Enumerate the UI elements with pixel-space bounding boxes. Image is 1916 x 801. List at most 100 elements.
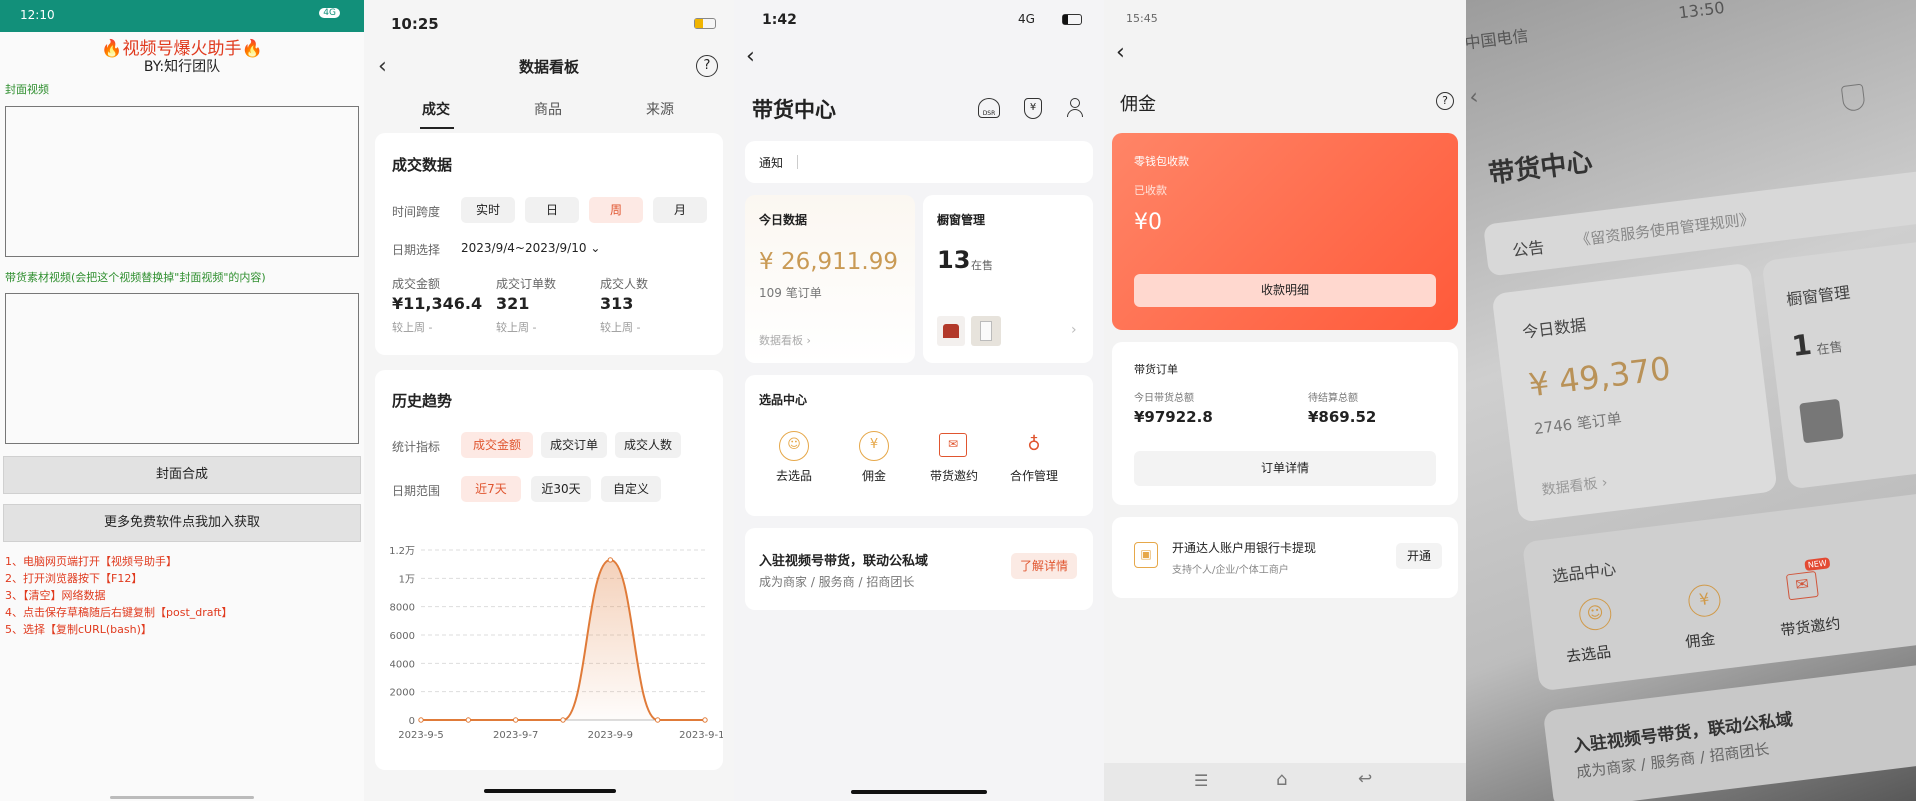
y-tick-label: 1.2万 (389, 546, 415, 557)
commission-icon: ¥ (1686, 582, 1723, 619)
today-title: 今日数据 (1521, 315, 1588, 342)
data-point (607, 557, 614, 563)
range-opt-30d[interactable]: 近30天 (531, 476, 591, 502)
shield-icon (1840, 83, 1866, 113)
page-title: 带货中心 (1487, 147, 1595, 190)
metric-label: 成交金额 (392, 277, 441, 291)
more-software-button[interactable]: 更多免费软件点我加入获取 (3, 504, 361, 542)
date-value: 2023/9/4~2023/9/10 (461, 241, 587, 255)
order-title: 带货订单 (1134, 363, 1178, 376)
sales-center-screen: 1:42 4G ‹ 带货中心 DSR ¥ 通知 今日数据 ¥ 26,911.99… (734, 0, 1104, 801)
wallet-icon: ▣ (1134, 542, 1158, 568)
select-item-label[interactable]: 佣金 (831, 467, 917, 484)
home-icon[interactable]: ⌂ (1276, 769, 1287, 790)
join-banner[interactable]: 入驻视频号带货，联动公私域 成为商家 / 服务商 / 招商团长 了解详情 (745, 528, 1093, 610)
select-item-label[interactable]: 带货邀约 (911, 467, 997, 484)
notice-label: 通知 (759, 156, 784, 170)
status-time: 10:25 (391, 15, 439, 33)
order-detail-button[interactable]: 订单详情 (1134, 451, 1436, 486)
menu-icon[interactable]: ☰ (1194, 771, 1208, 790)
cooperation-icon[interactable]: ♁ (1019, 431, 1049, 461)
bank-withdraw-card: ▣ 开通达人账户用银行卡提现 支持个人/企业/个体工商户 开通 (1112, 517, 1458, 598)
received-amount: ¥0 (1134, 210, 1162, 235)
y-tick-label: 6000 (390, 631, 415, 642)
home-indicator (110, 796, 254, 799)
help-icon[interactable]: ? (696, 55, 718, 77)
instruction-step: 5、选择【复制cURL(bash)】 (5, 623, 152, 636)
window-management-card[interactable]: 橱窗管理 13 在售 › (923, 195, 1093, 363)
time-opt-day[interactable]: 日 (525, 197, 579, 223)
x-tick-label: 2023-9-7 (493, 730, 538, 741)
product-selection-card: 选品中心 ☺ 去选品 ¥ 佣金 ✉ 带货邀约 ♁ 合作管理 (745, 375, 1093, 516)
chevron-down-icon: ⌄ (590, 241, 601, 255)
tab-source[interactable]: 来源 (646, 99, 674, 119)
product-selection-card: 选品中心 ☺ 去选品 ¥ 佣金 ✉ NEW 带货邀约 (1521, 486, 1916, 692)
learn-more-button[interactable]: 了解详情 (1011, 553, 1077, 579)
tab-product[interactable]: 商品 (534, 99, 562, 119)
data-point (512, 717, 519, 723)
select-item-label[interactable]: 去选品 (751, 467, 837, 484)
time-opt-realtime[interactable]: 实时 (461, 197, 515, 223)
notice-label: 公告 (1511, 237, 1546, 261)
stat-opt-orders[interactable]: 成交订单 (541, 432, 607, 458)
instruction-step: 4、点击保存草稿随后右键复制【post_draft】 (5, 606, 233, 619)
window-count: 1 (1790, 327, 1814, 363)
commission-screen: 15:45 ‹ 佣金 ? 零钱包收款 已收款 ¥0 收款明细 带货订单 今日带货… (1104, 0, 1466, 801)
dashboard-link[interactable]: 数据看板 › (759, 332, 811, 348)
today-sales-value: ¥97922.8 (1134, 408, 1213, 426)
select-item-label[interactable]: 合作管理 (991, 467, 1077, 484)
y-tick-label: 1万 (399, 574, 415, 585)
metric-label: 成交人数 (600, 277, 649, 291)
tab-deal[interactable]: 成交 (422, 99, 450, 119)
stat-opt-buyers[interactable]: 成交人数 (615, 432, 681, 458)
date-selector[interactable]: 2023/9/4~2023/9/10 ⌄ (461, 241, 600, 255)
commission-icon[interactable]: ¥ (859, 431, 889, 461)
product-thumbnail (1799, 398, 1844, 444)
select-products-icon[interactable]: ☺ (779, 431, 809, 461)
time-opt-week[interactable]: 周 (589, 197, 643, 223)
window-count: 13 (937, 246, 971, 274)
cover-video-label: 封面视频 (5, 83, 49, 96)
status-time: 1:42 (762, 12, 797, 28)
help-icon[interactable]: ? (1436, 92, 1454, 110)
today-data-card[interactable]: 今日数据 ¥ 26,911.99 109 笔订单 数据看板 › (745, 195, 915, 363)
pending-label: 待结算总额 (1308, 393, 1358, 404)
window-unit: 在售 (1815, 340, 1844, 359)
battery-icon (694, 18, 716, 29)
x-tick-label: 2023-9-9 (588, 730, 633, 741)
return-icon[interactable]: ↩ (1358, 769, 1372, 789)
back-icon[interactable]: ‹ (1116, 40, 1125, 65)
network-indicator: 4G (1018, 12, 1035, 26)
deal-data-card: 成交数据 时间跨度 实时 日 周 月 日期选择 2023/9/4~2023/9/… (375, 133, 723, 355)
metric-value: ¥11,346.4 (392, 294, 483, 313)
data-point (465, 717, 472, 723)
product-thumbnail (971, 316, 1001, 346)
today-orders: 2746 笔订单 (1533, 409, 1623, 439)
stat-opt-amount[interactable]: 成交金额 (461, 432, 533, 458)
time-opt-month[interactable]: 月 (653, 197, 707, 223)
dsr-icon[interactable]: DSR (978, 98, 1000, 118)
y-tick-label: 0 (409, 716, 415, 727)
activate-button[interactable]: 开通 (1396, 543, 1442, 569)
series-line (420, 558, 705, 721)
receipt-detail-button[interactable]: 收款明细 (1134, 274, 1436, 307)
cover-video-box[interactable] (5, 106, 359, 257)
compose-cover-button[interactable]: 封面合成 (3, 456, 361, 494)
notice-bar[interactable]: 通知 (745, 141, 1093, 183)
material-video-box[interactable] (5, 293, 359, 444)
area-fill (421, 559, 705, 721)
metric-value: 313 (600, 294, 634, 313)
user-icon[interactable] (1066, 98, 1084, 118)
metric-compare: 较上周 - (392, 321, 433, 334)
range-opt-custom[interactable]: 自定义 (601, 476, 661, 502)
status-time: 13:50 (1677, 0, 1726, 23)
instruction-step: 2、打开浏览器按下【F12】 (5, 572, 143, 585)
today-amount: ¥ 26,911.99 (759, 249, 898, 275)
shield-icon[interactable]: ¥ (1024, 98, 1042, 119)
helper-app-screen: 12:10 4G 🔥视频号爆火助手🔥 BY:知行团队 封面视频 带货素材视频(会… (0, 0, 364, 801)
nav-title: 数据看板 (518, 58, 579, 76)
back-icon[interactable]: ‹ (746, 44, 755, 69)
invitation-envelope-icon[interactable]: ✉ (939, 433, 967, 457)
range-opt-7d[interactable]: 近7天 (461, 476, 521, 502)
home-indicator (484, 789, 616, 793)
